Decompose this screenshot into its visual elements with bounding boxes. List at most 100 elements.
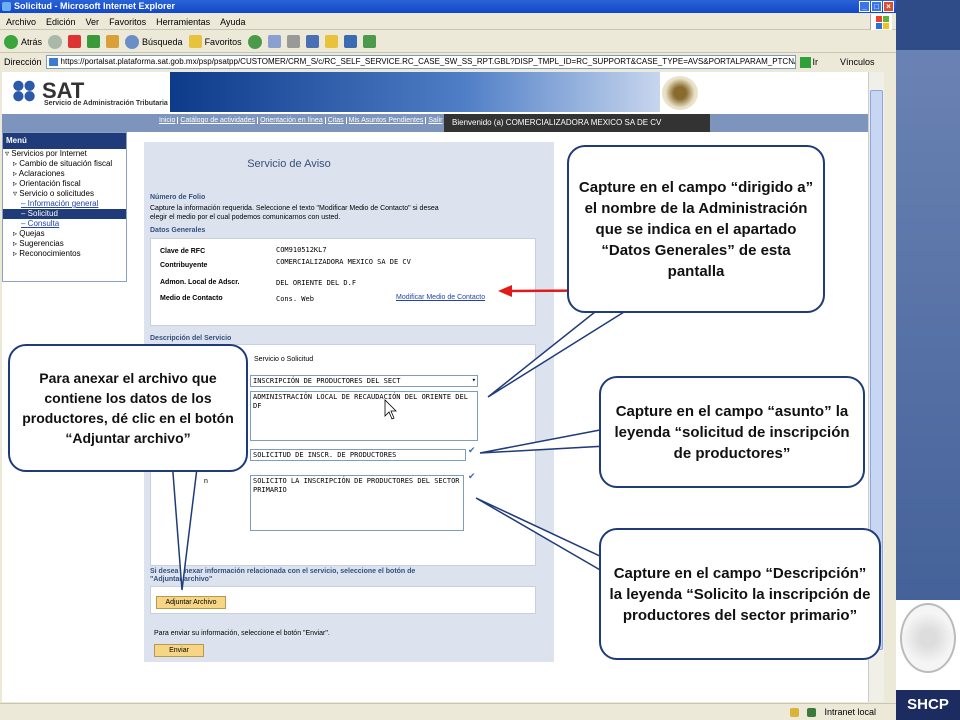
home-icon[interactable] <box>106 35 120 48</box>
lock-icon <box>790 707 800 717</box>
top-nav: Inicio Catálogo de actividades Orientaci… <box>157 117 444 124</box>
medio-label: Medio de Contacto <box>160 295 223 302</box>
menu-item-informacion[interactable]: – Información general <box>3 199 126 209</box>
mail-icon[interactable] <box>267 35 281 48</box>
refresh-icon[interactable] <box>87 35 101 48</box>
menu-herramientas[interactable]: Herramientas <box>156 17 210 27</box>
menu-item[interactable]: ▿ Servicios por Internet <box>3 149 126 159</box>
print-icon[interactable] <box>286 35 300 48</box>
window-title: Solicitud - Microsoft Internet Explorer <box>14 1 176 11</box>
status-bar: Intranet local <box>0 703 896 720</box>
contrib-label: Contribuyente <box>160 262 208 269</box>
menu-item[interactable]: ▹ Sugerencias <box>3 239 126 249</box>
menu-ver[interactable]: Ver <box>86 17 100 27</box>
callout-asunto: Capture en el campo “asunto” la leyenda … <box>599 376 865 488</box>
go-arrow-icon <box>799 56 811 68</box>
nav-inicio[interactable]: Inicio <box>157 117 179 124</box>
folder-icon[interactable] <box>324 35 338 48</box>
mexico-seal-icon <box>662 76 698 110</box>
address-bar: Dirección https://portalsat.plataforma.s… <box>0 54 896 70</box>
menu-edicion[interactable]: Edición <box>46 17 76 27</box>
sat-header: SAT Servicio de Administración Tributari… <box>2 72 868 114</box>
stop-icon[interactable] <box>68 35 82 48</box>
anexar-text: "Adjuntar archivo" <box>150 576 213 583</box>
rfc-value: COM910512KL7 <box>276 246 327 254</box>
edit-icon[interactable] <box>305 35 319 48</box>
windows-logo-icon <box>870 14 892 30</box>
form-title: Servicio de Aviso <box>247 158 331 170</box>
menu-ayuda[interactable]: Ayuda <box>220 17 245 27</box>
shcp-logo: SHCP <box>896 690 960 720</box>
menu-item[interactable]: ▹ Quejas <box>3 229 126 239</box>
asunto-input[interactable]: SOLICITUD DE INSCR. DE PRODUCTORES <box>250 449 466 461</box>
maximize-button[interactable]: □ <box>871 1 882 12</box>
menu-favoritos[interactable]: Favoritos <box>109 17 146 27</box>
rfc-label: Clave de RFC <box>160 248 206 255</box>
adjuntar-archivo-button[interactable]: Adjuntar Archivo <box>156 596 226 609</box>
menu-item[interactable]: ▹ Orientación fiscal <box>3 179 126 189</box>
nav-salir[interactable]: Salir <box>426 117 444 124</box>
menu-archivo[interactable]: Archivo <box>6 17 36 27</box>
enviar-text: Para enviar su información, seleccione e… <box>154 630 330 637</box>
admon-label: Admon. Local de Adscr. <box>160 279 240 286</box>
enviar-button[interactable]: Enviar <box>154 644 204 657</box>
search-icon <box>125 34 140 49</box>
welcome-banner: Bienvenido (a) COMERCIALIZADORA MEXICO S… <box>444 114 710 132</box>
anexar-text: Si desea anexar información relacionada … <box>150 568 416 575</box>
menu-item[interactable]: ▹ Aclaraciones <box>3 169 126 179</box>
nav-catalogo[interactable]: Catálogo de actividades <box>178 117 259 124</box>
menu-item[interactable]: ▹ Cambio de situación fiscal <box>3 159 126 169</box>
folio-heading: Número de Folio <box>150 194 206 201</box>
modificar-contacto-link[interactable]: Modificar Medio de Contacto <box>396 294 485 301</box>
close-button[interactable]: × <box>883 1 894 12</box>
sat-subtitle: Servicio de Administración Tributaria <box>44 100 168 107</box>
ie-icon <box>2 2 11 11</box>
desc-heading: Descripción del Servicio <box>150 335 232 342</box>
check-icon: ✔ <box>468 445 476 455</box>
descripcion-textarea[interactable]: SOLICITO LA INSCRIPCIÓN DE PRODUCTORES D… <box>250 475 464 531</box>
address-label: Dirección <box>4 57 42 67</box>
status-zone: Intranet local <box>824 707 876 717</box>
nav-orientacion[interactable]: Orientación en línea <box>258 117 326 124</box>
callout-descripcion: Capture en el campo “Descripción” la ley… <box>599 528 881 660</box>
menu-item-consulta[interactable]: – Consulta <box>3 219 126 229</box>
header-banner <box>170 72 660 112</box>
intranet-icon <box>807 707 817 717</box>
menu-item[interactable]: ▹ Reconocimientos <box>3 249 126 259</box>
callout-anexar: Para anexar el archivo que contiene los … <box>8 344 248 472</box>
title-bar: Solicitud - Microsoft Internet Explorer … <box>0 0 896 13</box>
menu-item[interactable]: ▿ Servicio o solicitudes <box>3 189 126 199</box>
contrib-value: COMERCIALIZADORA MEXICO SA DE CV <box>276 258 411 266</box>
forward-button[interactable] <box>48 34 63 49</box>
favorites-button[interactable]: Favoritos <box>188 35 242 48</box>
address-input[interactable]: https://portalsat.plataforma.sat.gob.mx/… <box>45 55 796 69</box>
messenger-icon[interactable] <box>362 35 376 48</box>
menu-item-solicitud[interactable]: – Solicitud <box>3 209 126 219</box>
toolbar: Atrás Búsqueda Favoritos <box>0 31 896 53</box>
history-icon[interactable] <box>247 34 262 49</box>
menu-bar: Archivo Edición Ver Favoritos Herramient… <box>0 14 896 30</box>
folio-text: Capture la información requerida. Selecc… <box>150 205 439 212</box>
datos-heading: Datos Generales <box>150 227 206 234</box>
servicio-select[interactable]: INSCRIPCIÓN DE PRODUCTORES DEL SECT <box>250 375 478 387</box>
back-arrow-icon <box>4 34 18 49</box>
go-button[interactable]: Ir <box>799 56 818 68</box>
back-button[interactable]: Atrás <box>4 34 42 49</box>
sat-logo-icon <box>10 78 38 104</box>
research-icon[interactable] <box>343 35 357 48</box>
nav-citas[interactable]: Citas <box>326 117 347 124</box>
search-button[interactable]: Búsqueda <box>125 34 183 49</box>
star-icon <box>188 35 202 48</box>
descripcion-label: n <box>204 478 208 485</box>
links-button[interactable]: Vínculos <box>840 57 875 67</box>
nav-asuntos[interactable]: Mis Asuntos Pendientes <box>347 117 427 124</box>
dirigido-textarea[interactable]: ADMINISTRACIÓN LOCAL DE RECAUDACIÓN DEL … <box>250 391 478 441</box>
window-controls: _ □ × <box>859 1 894 12</box>
servicio-label: Servicio o Solicitud <box>254 356 314 363</box>
callout-dirigido: Capture en el campo “dirigido a” el nomb… <box>567 145 825 313</box>
menu-title: Menú <box>3 133 126 149</box>
side-menu: Menú ▿ Servicios por Internet ▹ Cambio d… <box>2 132 127 282</box>
admon-value: DEL ORIENTE DEL D.F <box>276 279 357 287</box>
minimize-button[interactable]: _ <box>859 1 870 12</box>
check-icon: ✔ <box>468 471 476 481</box>
